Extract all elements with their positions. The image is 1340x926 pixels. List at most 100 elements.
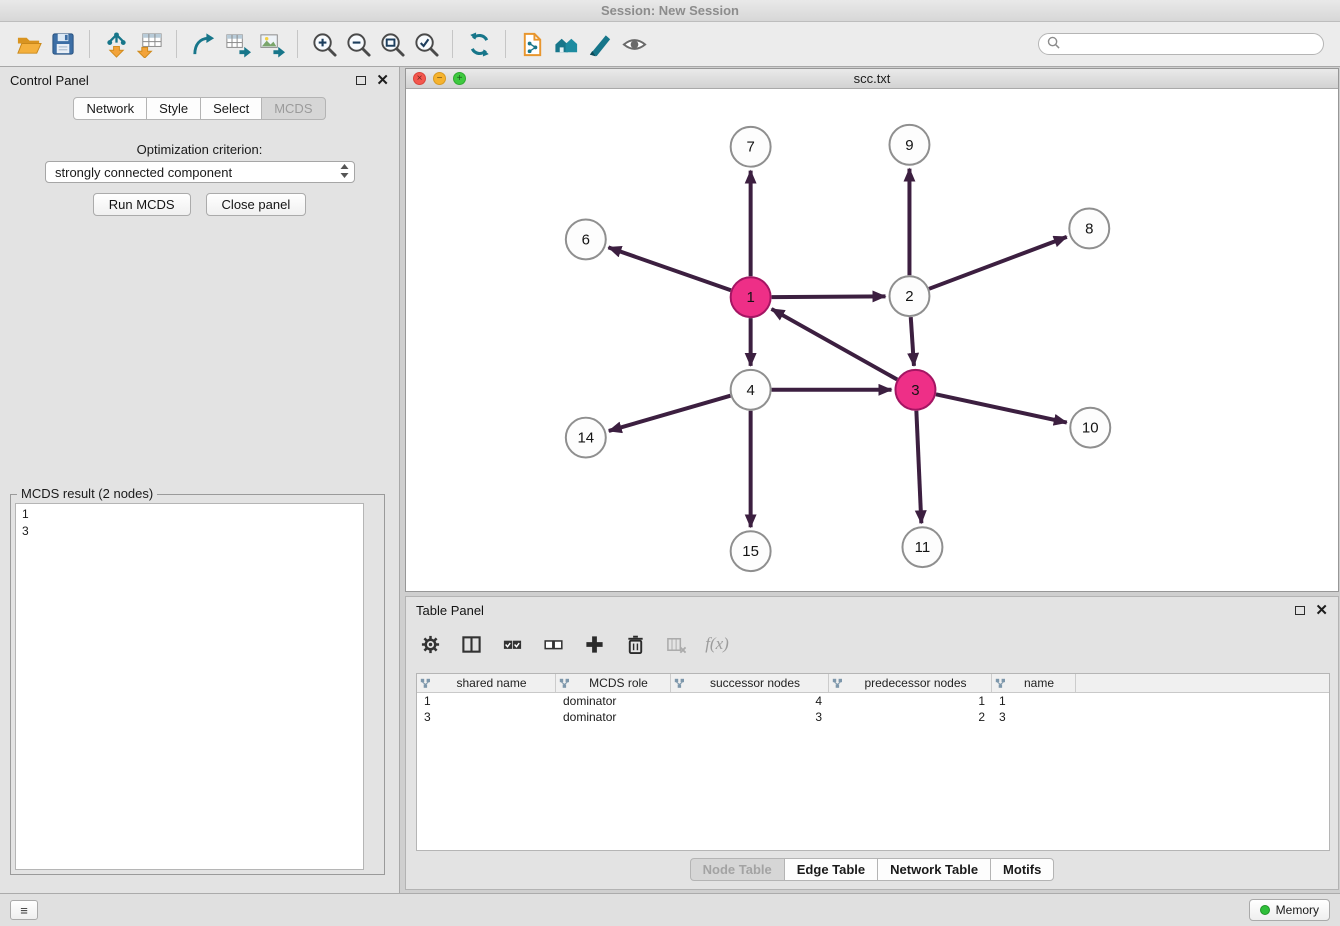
tab-style[interactable]: Style	[146, 97, 201, 120]
column-header-predecessor-nodes[interactable]: predecessor nodes	[829, 674, 992, 692]
columns-icon[interactable]	[457, 630, 485, 658]
toolbar-separator	[176, 30, 177, 58]
zoom-window-icon[interactable]: +	[453, 72, 466, 85]
status-bar: ≡ Memory	[0, 893, 1340, 926]
column-header-successor-nodes[interactable]: successor nodes	[671, 674, 829, 692]
close-panel-icon[interactable]: ✕	[376, 73, 389, 88]
column-header-MCDS-role[interactable]: MCDS role	[556, 674, 671, 692]
tab-node-table[interactable]: Node Table	[690, 858, 785, 881]
column-label: MCDS role	[570, 676, 667, 690]
open-file-icon[interactable]	[12, 27, 46, 61]
zoom-out-icon[interactable]	[341, 27, 375, 61]
column-header-name[interactable]: name	[992, 674, 1076, 692]
node-8[interactable]: 8	[1069, 209, 1109, 249]
table-cell: 2	[829, 710, 992, 724]
minimize-window-icon[interactable]: −	[433, 72, 446, 85]
svg-text:8: 8	[1085, 220, 1093, 237]
svg-text:6: 6	[582, 231, 590, 248]
memory-button[interactable]: Memory	[1249, 899, 1330, 921]
close-window-icon[interactable]: ×	[413, 72, 426, 85]
mcds-result-title: MCDS result (2 nodes)	[17, 486, 157, 501]
app-window: Session: New Session Control Panel ✕ Net…	[0, 0, 1340, 926]
zoom-fit-icon[interactable]	[375, 27, 409, 61]
node-table: shared name MCDS role successor nodes prede…	[416, 673, 1330, 851]
delete-columns-icon[interactable]	[662, 630, 690, 658]
add-row-icon[interactable]	[580, 630, 608, 658]
criterion-dropdown[interactable]: strongly connected component	[45, 161, 355, 183]
dropdown-stepper-icon	[339, 163, 350, 182]
edge-1-2[interactable]	[772, 296, 886, 297]
tab-edge-table[interactable]: Edge Table	[784, 858, 878, 881]
svg-text:4: 4	[746, 382, 754, 399]
import-network-icon[interactable]	[99, 27, 133, 61]
node-9[interactable]: 9	[889, 125, 929, 165]
search-input[interactable]	[1065, 36, 1315, 52]
list-icon: ≡	[20, 903, 28, 918]
column-label: successor nodes	[685, 676, 825, 690]
edge-4-14[interactable]	[609, 396, 731, 431]
node-2[interactable]: 2	[889, 276, 929, 316]
node-4[interactable]: 4	[731, 370, 771, 410]
import-table-icon[interactable]	[133, 27, 167, 61]
node-11[interactable]: 11	[902, 527, 942, 567]
tab-select[interactable]: Select	[200, 97, 262, 120]
tab-mcds[interactable]: MCDS	[261, 97, 325, 120]
deselect-all-icon[interactable]	[539, 630, 567, 658]
control-panel-title: Control Panel	[10, 73, 356, 88]
control-panel-header: Control Panel ✕	[0, 67, 399, 93]
new-network-icon[interactable]	[186, 27, 220, 61]
edge-2-3[interactable]	[911, 317, 914, 366]
node-1[interactable]: 1	[731, 277, 771, 317]
table-cell: 1	[829, 694, 992, 708]
apply-style-icon[interactable]	[583, 27, 617, 61]
export-image-icon[interactable]	[254, 27, 288, 61]
window-titlebar: Session: New Session	[0, 0, 1340, 22]
close-table-panel-icon[interactable]: ✕	[1315, 603, 1328, 618]
network-canvas[interactable]: 7 9 6 8 1 2 4 3 14 10 15 11	[406, 89, 1338, 591]
column-label: predecessor nodes	[843, 676, 988, 690]
tab-motifs[interactable]: Motifs	[990, 858, 1054, 881]
float-panel-icon[interactable]	[356, 76, 366, 85]
tab-network[interactable]: Network	[73, 97, 147, 120]
node-3[interactable]: 3	[895, 370, 935, 410]
network-window-titlebar: × − + scc.txt	[406, 69, 1338, 89]
node-7[interactable]: 7	[731, 127, 771, 167]
network-from-table-icon[interactable]	[220, 27, 254, 61]
first-neighbors-icon[interactable]	[549, 27, 583, 61]
search-icon	[1047, 36, 1060, 52]
show-hide-graphics-icon[interactable]	[617, 27, 651, 61]
table-cell: 1	[992, 694, 1076, 708]
select-all-icon[interactable]	[498, 630, 526, 658]
table-row[interactable]: 1dominator411	[417, 693, 1329, 709]
search-field[interactable]	[1038, 33, 1324, 55]
mcds-result-box: MCDS result (2 nodes) 13	[10, 494, 385, 875]
edge-2-8[interactable]	[929, 237, 1067, 289]
panel-selector-button[interactable]: ≡	[10, 900, 38, 920]
edge-3-1[interactable]	[772, 309, 898, 380]
function-icon[interactable]: f(x)	[703, 630, 731, 658]
close-panel-button[interactable]: Close panel	[206, 193, 307, 216]
refresh-icon[interactable]	[462, 27, 496, 61]
table-row[interactable]: 3dominator323	[417, 709, 1329, 725]
float-table-panel-icon[interactable]	[1295, 606, 1305, 615]
table-toolbar: f(x)	[416, 627, 731, 661]
zoom-selected-icon[interactable]	[409, 27, 443, 61]
column-header-shared-name[interactable]: shared name	[417, 674, 556, 692]
save-session-icon[interactable]	[46, 27, 80, 61]
zoom-in-icon[interactable]	[307, 27, 341, 61]
tab-network-table[interactable]: Network Table	[877, 858, 991, 881]
column-type-icon	[995, 678, 1006, 689]
edge-1-6[interactable]	[608, 247, 730, 290]
node-10[interactable]: 10	[1070, 408, 1110, 448]
mcds-result-list[interactable]: 13	[15, 503, 364, 870]
delete-row-icon[interactable]	[621, 630, 649, 658]
node-15[interactable]: 15	[731, 531, 771, 571]
table-panel-header: Table Panel ✕	[406, 597, 1338, 623]
edge-3-11[interactable]	[916, 411, 921, 524]
edge-3-10[interactable]	[936, 394, 1067, 422]
node-6[interactable]: 6	[566, 219, 606, 259]
node-14[interactable]: 14	[566, 418, 606, 458]
run-mcds-button[interactable]: Run MCDS	[93, 193, 191, 216]
copy-network-icon[interactable]	[515, 27, 549, 61]
settings-icon[interactable]	[416, 630, 444, 658]
